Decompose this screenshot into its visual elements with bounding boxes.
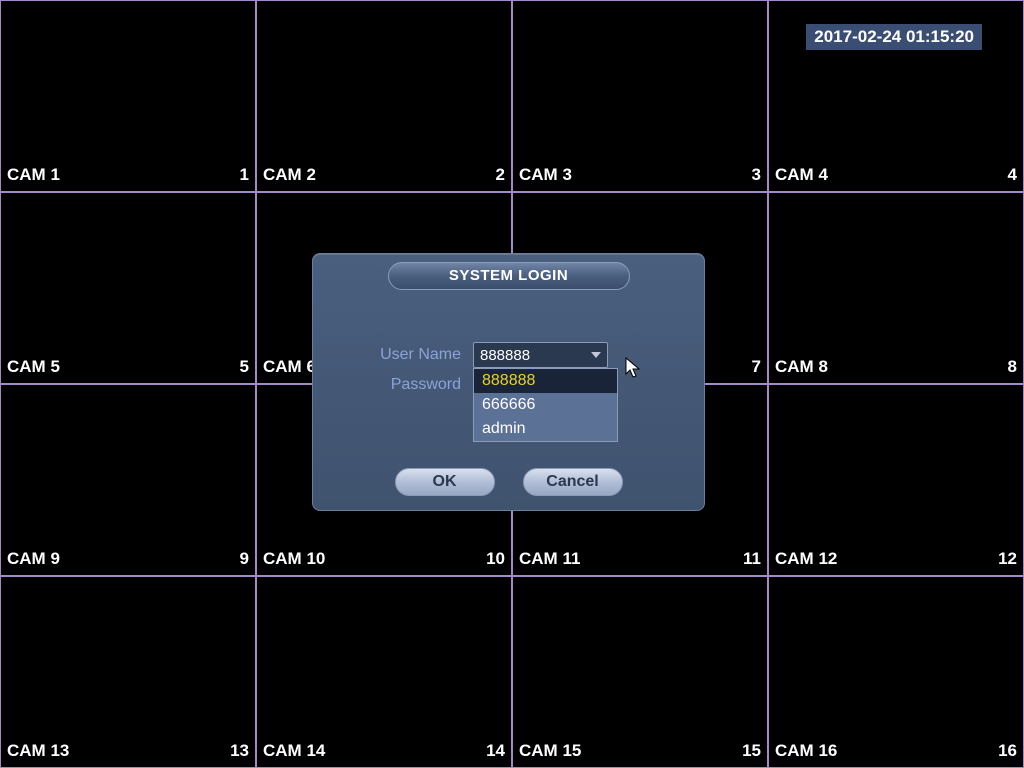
cam-label: CAM 8 (775, 357, 828, 377)
login-form: User Name 888888 888888 666666 admin Pas… (313, 290, 704, 506)
cam-label: CAM 11 (519, 549, 580, 569)
username-dropdown: 888888 666666 admin (473, 368, 618, 442)
ok-button[interactable]: OK (395, 468, 495, 496)
camera-cell[interactable]: CAM 12 12 (768, 384, 1024, 576)
dropdown-option[interactable]: admin (474, 417, 617, 441)
username-select[interactable]: 888888 (473, 342, 608, 368)
cam-label: CAM 6 (263, 357, 316, 377)
cam-label: CAM 10 (263, 549, 325, 569)
username-row: User Name 888888 888888 666666 admin (343, 342, 674, 368)
dialog-buttons: OK Cancel (343, 468, 674, 496)
cam-number: 11 (743, 549, 761, 569)
cam-number: 1 (240, 165, 249, 185)
login-dialog: SYSTEM LOGIN User Name 888888 888888 666… (312, 253, 705, 511)
camera-cell[interactable]: CAM 9 9 (0, 384, 256, 576)
cam-number: 14 (486, 741, 505, 761)
cam-label: CAM 12 (775, 549, 837, 569)
dropdown-option[interactable]: 666666 (474, 393, 617, 417)
cam-label: CAM 1 (7, 165, 60, 185)
cam-label: CAM 15 (519, 741, 581, 761)
username-value: 888888 (480, 347, 530, 364)
camera-cell[interactable]: CAM 14 14 (256, 576, 512, 768)
cam-number: 7 (752, 357, 761, 377)
cam-number: 15 (742, 741, 761, 761)
cam-number: 2 (496, 165, 505, 185)
password-label: Password (343, 376, 473, 394)
camera-cell[interactable]: CAM 16 16 (768, 576, 1024, 768)
cam-number: 8 (1008, 357, 1017, 377)
username-label: User Name (343, 346, 473, 364)
cam-label: CAM 14 (263, 741, 325, 761)
timestamp-overlay: 2017-02-24 01:15:20 (806, 24, 982, 50)
cam-number: 4 (1008, 165, 1017, 185)
cam-number: 10 (486, 549, 505, 569)
cam-label: CAM 9 (7, 549, 60, 569)
camera-cell[interactable]: CAM 5 5 (0, 192, 256, 384)
cam-number: 12 (998, 549, 1017, 569)
cam-label: CAM 2 (263, 165, 316, 185)
cam-number: 13 (230, 741, 249, 761)
cam-label: CAM 16 (775, 741, 837, 761)
chevron-down-icon (591, 352, 601, 358)
cam-number: 9 (240, 549, 249, 569)
cam-label: CAM 3 (519, 165, 572, 185)
cam-label: CAM 4 (775, 165, 828, 185)
camera-cell[interactable]: CAM 1 1 (0, 0, 256, 192)
cam-number: 16 (998, 741, 1017, 761)
cancel-button[interactable]: Cancel (523, 468, 623, 496)
camera-cell[interactable]: CAM 13 13 (0, 576, 256, 768)
camera-cell[interactable]: CAM 15 15 (512, 576, 768, 768)
cam-number: 5 (240, 357, 249, 377)
camera-cell[interactable]: CAM 8 8 (768, 192, 1024, 384)
dialog-title: SYSTEM LOGIN (388, 262, 630, 290)
cam-label: CAM 5 (7, 357, 60, 377)
camera-cell[interactable]: CAM 2 2 (256, 0, 512, 192)
dropdown-option[interactable]: 888888 (474, 369, 617, 393)
camera-cell[interactable]: CAM 3 3 (512, 0, 768, 192)
cam-number: 3 (752, 165, 761, 185)
cam-label: CAM 13 (7, 741, 69, 761)
